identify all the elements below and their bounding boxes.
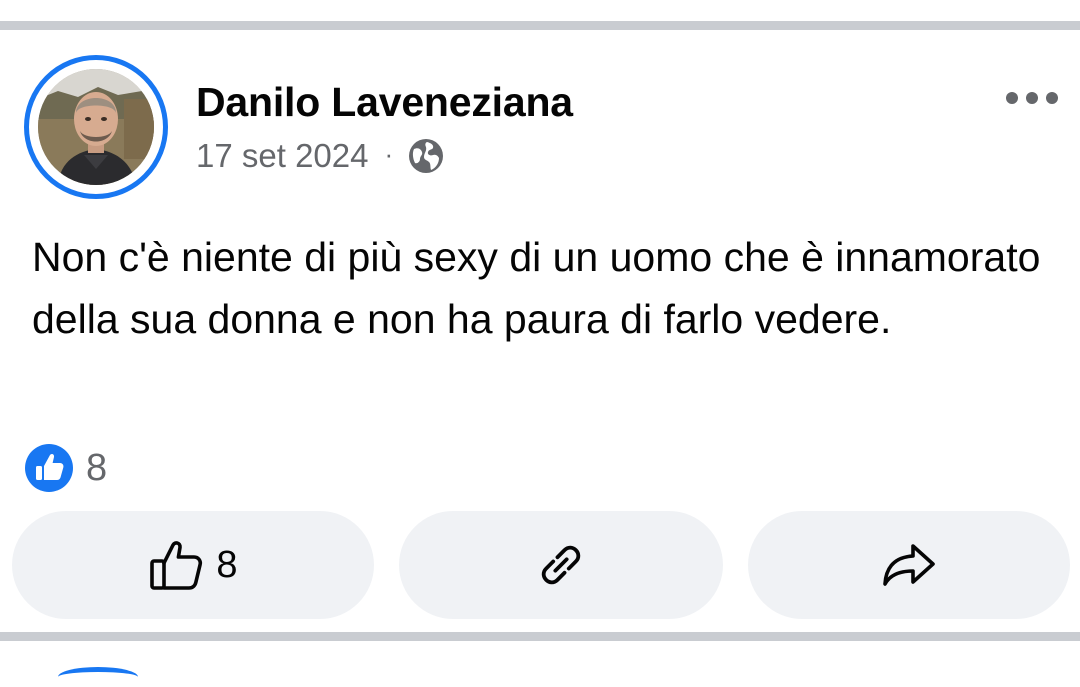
post-card: Danilo Laveneziana 17 set 2024 · Non c'è… xyxy=(0,30,1080,632)
globe-icon[interactable] xyxy=(407,137,445,175)
share-arrow-icon xyxy=(883,544,935,586)
post-text: Non c'è niente di più sexy di un uomo ch… xyxy=(32,234,1041,342)
post-meta: 17 set 2024 · xyxy=(196,136,445,176)
feed-divider-bottom xyxy=(0,632,1080,641)
thumbs-up-outline-icon xyxy=(150,541,203,590)
avatar-photo xyxy=(38,69,154,185)
like-reaction-icon xyxy=(25,444,73,492)
like-count: 8 xyxy=(216,543,238,586)
avatar[interactable] xyxy=(38,69,154,185)
next-post-avatar[interactable] xyxy=(58,667,138,687)
reaction-summary[interactable]: 8 xyxy=(24,443,107,493)
copy-link-button[interactable] xyxy=(399,511,723,619)
like-button[interactable]: 8 xyxy=(12,511,374,619)
post-date[interactable]: 17 set 2024 xyxy=(196,137,368,175)
action-bar: 8 xyxy=(12,511,1070,619)
reaction-count: 8 xyxy=(86,446,108,489)
author-name[interactable]: Danilo Laveneziana xyxy=(196,78,573,126)
author-avatar-ring[interactable] xyxy=(24,55,168,199)
more-options-icon[interactable] xyxy=(1004,88,1060,108)
share-button[interactable] xyxy=(748,511,1070,619)
link-icon xyxy=(541,545,581,585)
meta-separator: · xyxy=(384,138,394,169)
feed-divider-top xyxy=(0,21,1080,30)
